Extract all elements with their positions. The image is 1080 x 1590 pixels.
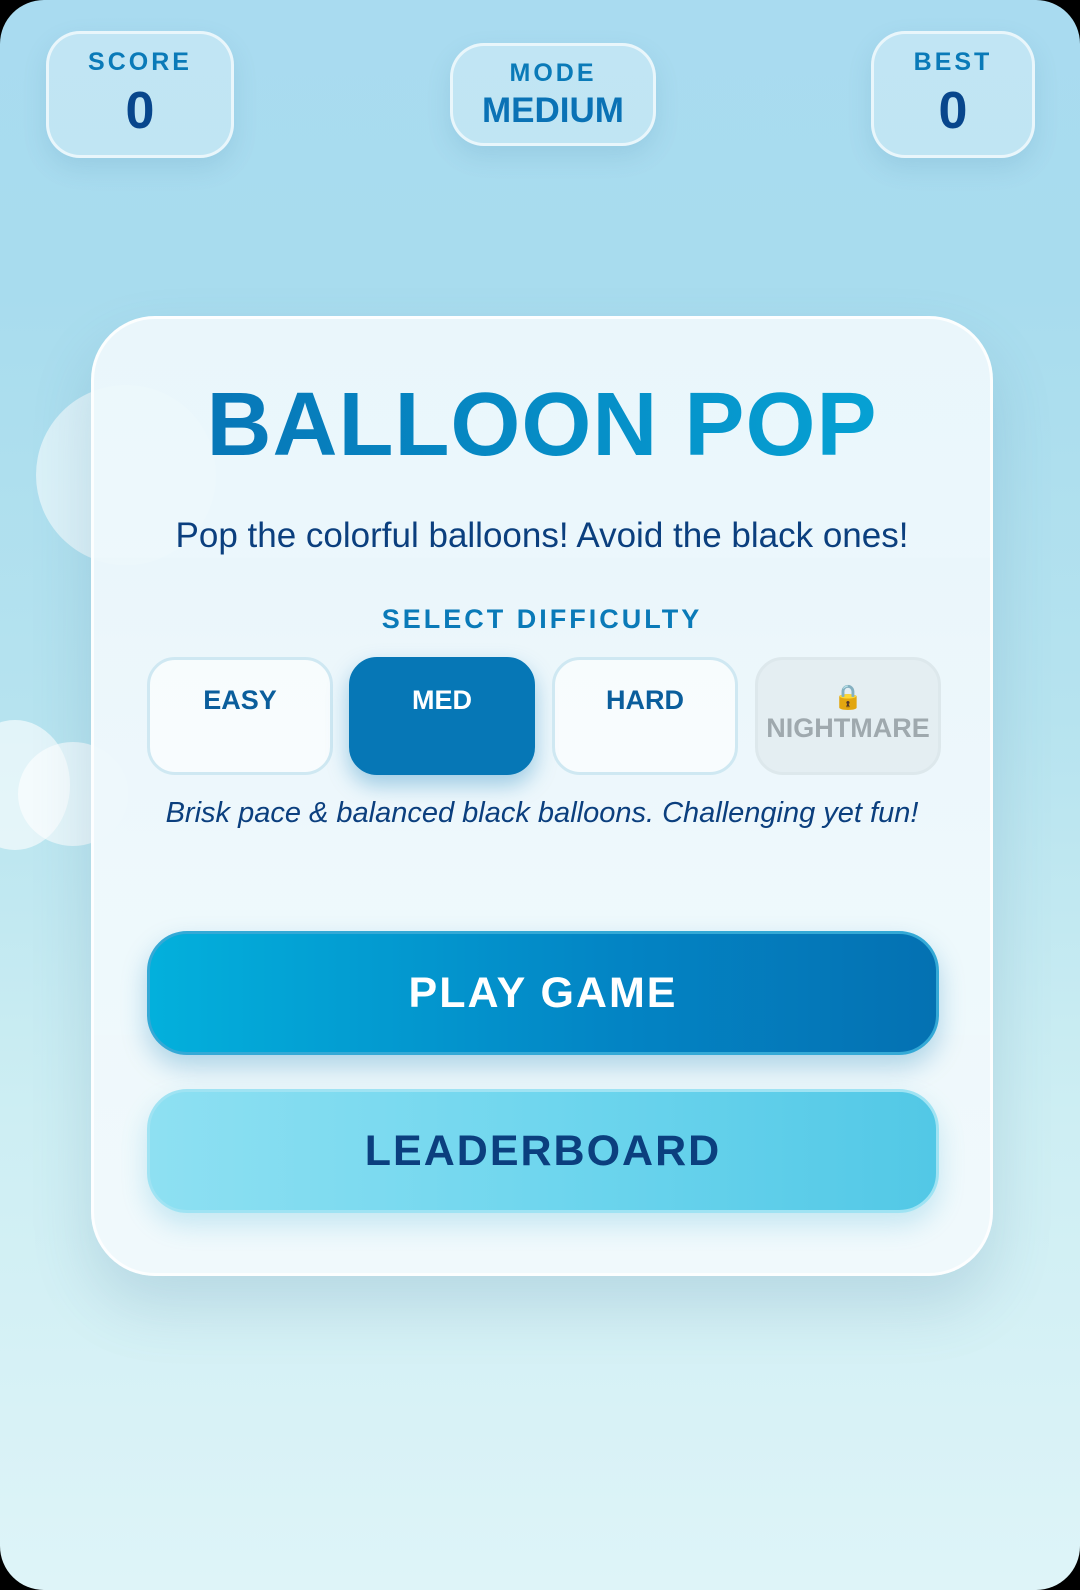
mode-label: MODE [509,59,597,87]
difficulty-heading: SELECT DIFFICULTY [381,604,703,634]
mode-panel: MODE MEDIUM [450,43,656,146]
game-subtitle: Pop the colorful balloons! Avoid the bla… [175,516,909,555]
play-game-button[interactable]: PLAY GAME [147,931,939,1055]
best-label: BEST [913,48,993,76]
difficulty-description: Brisk pace & balanced black balloons. Ch… [165,797,919,829]
difficulty-hard-label: HARD [606,685,684,715]
difficulty-hard-button[interactable]: HARD [552,657,738,775]
difficulty-nightmare-button[interactable]: 🔒 NIGHTMARE [755,657,941,775]
score-label: SCORE [88,48,192,76]
game-screen: SCORE 0 MODE MEDIUM BEST 0 BALLOON POP P… [0,0,1080,1590]
game-title: BALLOON POP [94,374,990,477]
start-menu-card: BALLOON POP Pop the colorful balloons! A… [91,316,993,1276]
best-panel: BEST 0 [871,31,1035,158]
score-value: 0 [125,82,155,140]
score-panel: SCORE 0 [46,31,234,158]
mode-value: MEDIUM [482,91,624,130]
lock-icon: 🔒 [833,684,863,711]
difficulty-nightmare-label: NIGHTMARE [766,713,930,743]
difficulty-easy-label: EASY [203,685,277,715]
best-value: 0 [938,82,968,140]
difficulty-med-button[interactable]: MED [349,657,535,775]
difficulty-easy-button[interactable]: EASY [147,657,333,775]
leaderboard-button[interactable]: LEADERBOARD [147,1089,939,1213]
difficulty-med-label: MED [412,685,472,715]
